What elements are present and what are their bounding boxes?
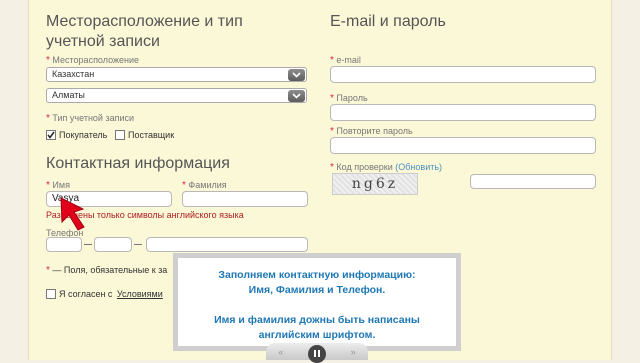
tooltip-line: Заполняем контактную информацию: [218, 269, 416, 281]
supplier-checkbox[interactable] [115, 129, 125, 140]
captcha-input[interactable] [470, 174, 596, 189]
chevron-down-icon [288, 69, 305, 81]
captcha-label: * Код проверки (Обновить) [330, 162, 443, 173]
phone-prefix-input[interactable] [94, 237, 132, 252]
rewind-button[interactable]: « [278, 347, 283, 357]
buyer-checkbox[interactable] [46, 129, 56, 140]
password-input[interactable] [330, 104, 596, 121]
supplier-checkbox-row[interactable]: Поставщик [115, 126, 174, 144]
location-section-title: Месторасположение и тип учетной записи [46, 13, 243, 50]
buyer-label: Покупатель [59, 129, 108, 140]
pause-icon [314, 350, 316, 357]
agree-checkbox-row[interactable]: Я согласен с Условиями [46, 285, 163, 303]
agree-label: Я согласен с [59, 288, 113, 299]
required-fields-note: * — Поля, обязательные к за [46, 265, 168, 276]
surname-input[interactable] [182, 191, 308, 207]
tooltip-line: Имя, Фамилия и Телефон. [248, 284, 386, 296]
repeat-password-input[interactable] [330, 137, 596, 154]
phone-separator [84, 244, 92, 245]
name-label: * Имя [46, 180, 70, 191]
player-controls: « » [266, 343, 368, 363]
phone-code-input[interactable] [46, 237, 82, 252]
city-select[interactable]: Алматы [46, 88, 307, 103]
repeat-password-label: * Повторите пароль [330, 126, 413, 137]
email-label: * e-mail [330, 55, 361, 66]
country-select[interactable]: Казахстан [46, 67, 307, 82]
tooltip-line: Имя и фамилия дожны быть написаны [214, 314, 420, 326]
captcha-image: ng6z [332, 173, 418, 195]
city-value: Алматы [52, 90, 85, 100]
tooltip-line: английским шрифтом. [258, 329, 376, 341]
agree-checkbox[interactable] [46, 288, 56, 299]
phone-separator [134, 244, 142, 245]
account-type-label: * Тип учетной записи [46, 113, 135, 124]
location-label: * Месторасположение [46, 55, 140, 66]
buyer-checkbox-row[interactable]: Покупатель [46, 126, 107, 144]
phone-number-input[interactable] [146, 237, 308, 252]
email-input[interactable] [330, 66, 596, 83]
country-value: Казахстан [52, 69, 95, 79]
contact-section-title: Контактная информация [46, 155, 230, 172]
email-section-title: E-mail и пароль [330, 13, 446, 30]
captcha-refresh-link[interactable]: (Обновить) [395, 162, 442, 172]
instruction-tooltip: Заполняем контактную информацию: Имя, Фа… [173, 253, 461, 351]
surname-label: * Фамилия [182, 180, 227, 191]
chevron-down-icon [288, 90, 305, 102]
forward-button[interactable]: » [351, 347, 356, 357]
supplier-label: Поставщик [128, 129, 175, 140]
pause-icon [318, 350, 320, 357]
password-label: * Пароль [330, 93, 368, 104]
pointer-arrow-icon [58, 196, 90, 237]
terms-link[interactable]: Условиями [117, 289, 163, 299]
